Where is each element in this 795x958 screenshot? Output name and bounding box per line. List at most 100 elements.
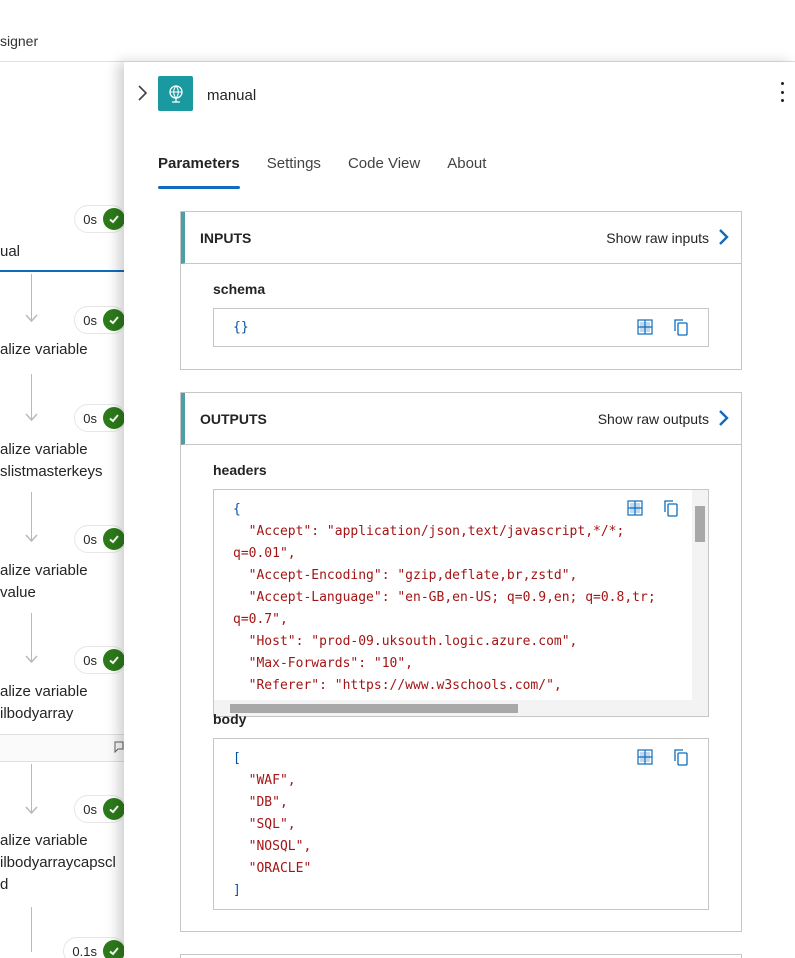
workflow-node-initialize-variable[interactable]: alize variable ilbodyarray 0s (0, 646, 124, 730)
status-badge: 0.1s (63, 937, 124, 958)
code-line: {} (233, 320, 249, 335)
connector-arrow-icon (25, 534, 38, 542)
success-check-icon (103, 208, 124, 230)
inputs-section: INPUTS Show raw inputs schema {} (180, 211, 742, 370)
status-badge: 0s (74, 795, 124, 823)
node-label-2: ilbodyarraycapscl (0, 854, 116, 871)
code-line: "Host": "prod-09.uksouth.logic.azure.com… (233, 634, 578, 649)
show-raw-outputs-link[interactable]: Show raw outputs (598, 411, 709, 427)
scope-separator (0, 734, 124, 762)
status-badge: 0s (74, 205, 124, 233)
chevron-right-icon[interactable] (717, 408, 729, 428)
more-options-icon[interactable] (779, 82, 785, 102)
status-badge: 0s (74, 646, 124, 674)
workflow-node-manual[interactable]: ual 0s (0, 205, 124, 272)
inputs-header[interactable]: INPUTS Show raw inputs (181, 212, 741, 264)
chevron-right-icon[interactable] (717, 227, 729, 247)
inputs-heading: INPUTS (200, 230, 252, 246)
panel-title: manual (207, 87, 257, 104)
node-label-2: slistmasterkeys (0, 463, 103, 480)
node-label: alize variable (0, 832, 88, 849)
workflow-node-next[interactable]: 0.1s (0, 937, 124, 958)
node-label: alize variable (0, 683, 88, 700)
workflow-node-initialize-variable[interactable]: alize variable value 0s (0, 525, 124, 609)
code-line: ] (233, 883, 241, 898)
connector-line (31, 907, 32, 958)
code-line: "Accept-Encoding": "gzip,deflate,br,zstd… (233, 568, 578, 583)
tab-parameters[interactable]: Parameters (158, 155, 240, 189)
comment-icon (114, 741, 124, 753)
format-table-icon[interactable] (636, 318, 654, 336)
body-code-box[interactable]: [ "WAF", "DB", "SQL", "NOSQL", "ORACLE" … (213, 738, 709, 910)
code-line: [ (233, 751, 241, 766)
success-check-icon (103, 407, 124, 429)
node-label-2: value (0, 584, 36, 601)
panel-tabs: Parameters Settings Code View About (158, 155, 513, 189)
node-label: alize variable (0, 562, 88, 579)
code-line: q=0.7", (233, 612, 288, 627)
format-table-icon[interactable] (626, 499, 644, 517)
success-check-icon (103, 798, 124, 820)
code-line: "Accept": "application/json,text/javascr… (233, 524, 625, 539)
headers-label: headers (213, 462, 267, 478)
success-check-icon (103, 528, 124, 550)
http-trigger-icon (158, 76, 193, 111)
tab-settings[interactable]: Settings (267, 155, 321, 189)
panel-header: manual (124, 62, 795, 132)
tab-about[interactable]: About (447, 155, 486, 189)
duration-text: 0s (83, 410, 97, 426)
code-line: "NOSQL", (233, 839, 312, 854)
code-line: "DB", (233, 795, 288, 810)
scrollbar-thumb[interactable] (695, 506, 705, 542)
connector-line (31, 613, 32, 661)
tab-code-view[interactable]: Code View (348, 155, 420, 189)
schema-code-box[interactable]: {} (213, 308, 709, 347)
workflow-node-initialize-variable[interactable]: alize variable slistmasterkeys 0s (0, 404, 124, 488)
code-line: "WAF", (233, 773, 296, 788)
copy-icon[interactable] (662, 499, 680, 517)
duration-text: 0.1s (72, 943, 97, 958)
horizontal-scrollbar[interactable] (214, 700, 708, 716)
connector-arrow-icon (25, 314, 38, 322)
workflow-node-initialize-variable[interactable]: alize variable 0s (0, 306, 124, 376)
node-label-2: ilbodyarray (0, 705, 74, 722)
status-badge: 0s (74, 404, 124, 432)
format-table-icon[interactable] (636, 748, 654, 766)
workflow-node-initialize-variable[interactable]: alize variable ilbodyarraycapscl d 0s (0, 795, 124, 903)
copy-icon[interactable] (672, 318, 690, 336)
show-raw-inputs-link[interactable]: Show raw inputs (606, 230, 709, 246)
success-check-icon (103, 649, 124, 671)
duration-text: 0s (83, 652, 97, 668)
code-line: "ORACLE" (233, 861, 312, 876)
duration-text: 0s (83, 312, 97, 328)
code-line: "Max-Forwards": "10", (233, 656, 414, 671)
success-check-icon (103, 940, 124, 958)
code-line: { (233, 502, 241, 517)
outputs-header[interactable]: OUTPUTS Show raw outputs (181, 393, 741, 445)
headers-code-box[interactable]: { "Accept": "application/json,text/javas… (213, 489, 709, 717)
connector-line (31, 764, 32, 812)
code-line: "SQL", (233, 817, 296, 832)
code-line: q=0.01", (233, 546, 296, 561)
next-section-edge (180, 954, 742, 958)
node-label: ual (0, 243, 21, 260)
connector-line (31, 492, 32, 540)
body-label: body (213, 711, 247, 727)
code-line: "Accept-Language": "en-GB,en-US; q=0.9,e… (233, 590, 656, 605)
outputs-heading: OUTPUTS (200, 411, 267, 427)
collapse-chevron-icon[interactable] (136, 84, 148, 102)
duration-text: 0s (83, 801, 97, 817)
success-check-icon (103, 309, 124, 331)
copy-icon[interactable] (672, 748, 690, 766)
node-label: alize variable (0, 341, 88, 358)
status-badge: 0s (74, 306, 124, 334)
node-label-3: d (0, 876, 9, 893)
schema-label: schema (213, 281, 266, 297)
designer-topbar: signer (0, 0, 795, 62)
connector-arrow-icon (25, 655, 38, 663)
status-badge: 0s (74, 525, 124, 553)
run-details-panel: manual Parameters Settings Code View Abo… (124, 62, 795, 958)
node-label: alize variable (0, 441, 88, 458)
scrollbar-thumb[interactable] (230, 704, 518, 713)
vertical-scrollbar[interactable] (692, 490, 708, 700)
